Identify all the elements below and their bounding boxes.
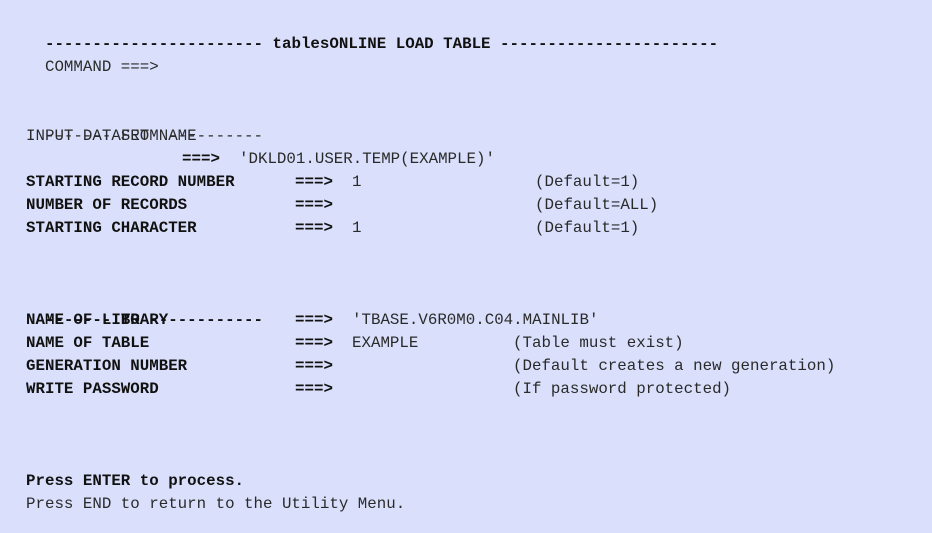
name-of-table-input[interactable]: EXAMPLE	[352, 332, 502, 355]
from-section-heading: ------- FROM ----------	[26, 102, 263, 145]
field-hint: (Table must exist)	[513, 334, 684, 352]
field-label: STARTING CHARACTER	[26, 219, 197, 237]
input-dataset-field[interactable]: 'DKLD01.USER.TEMP(EXAMPLE)'	[239, 148, 495, 171]
input-dataset-arrow: ===>	[182, 150, 220, 168]
field-arrow: ===>	[295, 311, 333, 329]
end-instruction: Press END to return to the Utility Menu.	[26, 495, 406, 513]
name-of-library-input[interactable]: 'TBASE.V6R0M0.C04.MAINLIB'	[352, 309, 598, 332]
starting-character-input[interactable]: 1	[352, 217, 522, 240]
command-line: COMMAND ===>	[26, 33, 159, 76]
field-arrow: ===>	[295, 196, 333, 214]
field-hint: (Default=ALL)	[535, 196, 659, 214]
input-dataset-label: INPUT DATASET NAME	[26, 127, 197, 145]
command-label: COMMAND ===>	[44, 58, 159, 76]
starting-record-number-row: STARTING RECORD NUMBER ===> 1 (Default=1…	[26, 171, 906, 194]
field-arrow: ===>	[295, 173, 333, 191]
field-hint: (Default creates a new generation)	[513, 357, 836, 375]
number-of-records-row: NUMBER OF RECORDS ===> (Default=ALL)	[26, 194, 906, 217]
title-dashes-right: -----------------------	[500, 35, 719, 53]
starting-character-row: STARTING CHARACTER ===> 1 (Default=1)	[26, 217, 906, 240]
field-label: NAME OF TABLE	[26, 334, 150, 352]
field-label: NUMBER OF RECORDS	[26, 196, 188, 214]
enter-instruction: Press ENTER to process.	[26, 472, 245, 490]
screen-title-line: ----------------------- tablesONLINE LOA…	[26, 10, 718, 53]
field-label: WRITE PASSWORD	[26, 380, 159, 398]
write-password-row: WRITE PASSWORD ===> (If password protect…	[26, 378, 906, 401]
name-of-library-row: NAME OF LIBRARY ===> 'TBASE.V6R0M0.C04.M…	[26, 309, 906, 332]
field-label: GENERATION NUMBER	[26, 357, 188, 375]
field-label: NAME OF LIBRARY	[26, 311, 169, 329]
screen-title: tablesONLINE LOAD TABLE	[272, 35, 491, 53]
input-dataset-row: ===> 'DKLD01.USER.TEMP(EXAMPLE)'	[26, 148, 906, 171]
field-hint: (If password protected)	[513, 380, 732, 398]
starting-record-number-input[interactable]: 1	[352, 171, 522, 194]
field-arrow: ===>	[295, 357, 333, 375]
field-arrow: ===>	[295, 334, 333, 352]
field-label: STARTING RECORD NUMBER	[26, 173, 235, 191]
name-of-table-row: NAME OF TABLE ===> EXAMPLE (Table must e…	[26, 332, 906, 355]
field-arrow: ===>	[295, 219, 333, 237]
generation-number-row: GENERATION NUMBER ===> (Default creates …	[26, 355, 906, 378]
field-hint: (Default=1)	[535, 173, 640, 191]
field-arrow: ===>	[295, 380, 333, 398]
to-section-heading: ------- TO ------------	[26, 286, 263, 329]
field-hint: (Default=1)	[535, 219, 640, 237]
